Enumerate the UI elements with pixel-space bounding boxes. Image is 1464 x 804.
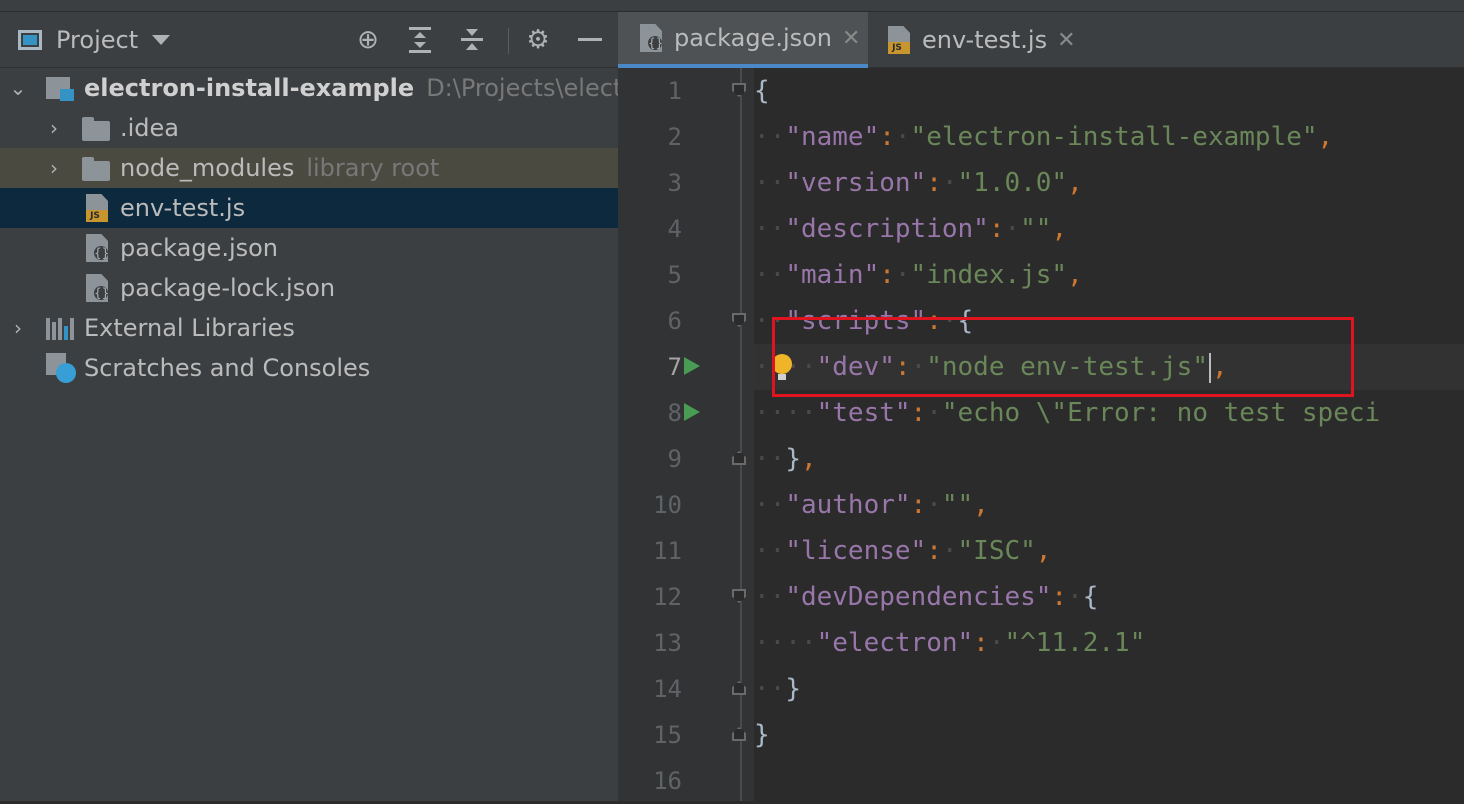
line-number[interactable]: 1 [618,68,682,114]
chevron-right-icon[interactable]: › [8,316,28,340]
collapse-all-icon[interactable] [456,24,488,56]
hide-icon[interactable] [574,24,606,56]
run-script-test-icon[interactable] [684,403,700,421]
code-line-14: ··} [754,674,801,704]
tree-item-label: Scratches and Consoles [84,354,371,382]
project-window-icon [18,30,42,50]
tree-item-idea[interactable]: › .idea [0,108,618,148]
line-number[interactable]: 16 [618,758,682,804]
line-number[interactable]: 3 [618,160,682,206]
tree-item-project-root[interactable]: ⌄ electron-install-example D:\Projects\el… [0,68,618,108]
code-line-1: { [754,76,770,106]
tree-item-label: node_modules [120,154,295,182]
line-number[interactable]: 15 [618,712,682,758]
tab-package-json[interactable]: {} package.json ✕ [618,12,868,68]
tree-item-label: env-test.js [120,194,246,222]
line-number[interactable]: 8 [618,390,682,436]
line-number[interactable]: 9 [618,436,682,482]
code-line-4: ··"description":·"", [754,214,1068,244]
locate-icon[interactable]: ⊕ [352,24,384,56]
project-title: Project [56,26,139,54]
line-number[interactable]: 12 [618,574,682,620]
code-line-5: ··"main":·"index.js", [754,260,1083,290]
project-root-name: electron-install-example [84,74,415,102]
line-number[interactable]: 7 [618,344,682,390]
tab-label: env-test.js [922,26,1048,54]
close-icon[interactable]: ✕ [1057,28,1075,53]
code-line-13: ····"electron":·"^11.2.1" [754,628,1146,658]
tree-item-env-test[interactable]: JS env-test.js [0,188,618,228]
editor-area: {} package.json ✕ JS env-test.js ✕ 12345… [618,12,1464,801]
line-number[interactable]: 11 [618,528,682,574]
project-root-path: D:\Projects\electron [426,74,618,102]
line-number[interactable]: 6 [618,298,682,344]
javascript-file-icon: JS [86,194,108,222]
tree-item-package-lock[interactable]: {} package-lock.json [0,268,618,308]
project-header: Project ⊕ ⚙ [0,12,618,68]
folder-icon [82,117,110,141]
line-number[interactable]: 13 [618,620,682,666]
line-number[interactable]: 5 [618,252,682,298]
chevron-right-icon[interactable]: › [44,156,64,180]
line-number[interactable]: 4 [618,206,682,252]
tree-item-node-modules[interactable]: › node_modules library root [0,148,618,188]
libraries-icon [46,316,74,340]
code-line-10: ··"author":·"", [754,490,989,520]
line-number[interactable]: 2 [618,114,682,160]
code-line-9: ··}, [754,444,817,474]
editor-tabs: {} package.json ✕ JS env-test.js ✕ [618,12,1464,68]
json-file-icon: {} [86,274,108,302]
tree-item-package-json[interactable]: {} package.json [0,228,618,268]
code-editor[interactable]: { ··"name":·"electron-install-example", … [754,68,1464,801]
project-view-selector[interactable]: Project [18,24,171,56]
project-module-icon [46,77,74,101]
library-root-badge: library root [306,154,440,182]
tree-item-label: package.json [120,234,279,262]
tree-item-label: package-lock.json [120,274,336,302]
line-number[interactable]: 14 [618,666,682,712]
json-file-icon: {} [86,234,108,262]
chevron-down-icon[interactable]: ⌄ [8,76,28,100]
code-line-2: ··"name":·"electron-install-example", [754,122,1334,152]
line-number[interactable]: 10 [618,482,682,528]
code-line-12: ··"devDependencies":·{ [754,582,1099,612]
tree-item-scratches[interactable]: Scratches and Consoles [0,348,618,388]
window-title-strip [0,0,1464,12]
expand-all-icon[interactable] [404,24,436,56]
toolbar-divider [508,28,509,54]
close-icon[interactable]: ✕ [842,26,860,51]
chevron-right-icon[interactable]: › [44,116,64,140]
settings-icon[interactable]: ⚙ [522,24,554,56]
chevron-down-icon [152,35,171,45]
annotation-highlight-box [772,317,1354,397]
code-line-11: ··"license":·"ISC", [754,536,1052,566]
tab-env-test-js[interactable]: JS env-test.js ✕ [868,12,1088,68]
tab-label: package.json [674,24,833,52]
project-tool-window: Project ⊕ ⚙ ⌄ electron-install-example D:… [0,12,618,801]
scratches-icon [46,353,76,383]
folder-icon [82,157,110,181]
code-line-15: } [754,720,770,750]
code-line-3: ··"version":·"1.0.0", [754,168,1083,198]
tree-item-external-libraries[interactable]: › External Libraries [0,308,618,348]
tree-item-label: External Libraries [84,314,295,342]
json-file-icon: {} [640,24,662,52]
tree-item-label: .idea [120,114,180,142]
run-script-dev-icon[interactable] [684,357,700,375]
javascript-file-icon: JS [888,26,910,54]
